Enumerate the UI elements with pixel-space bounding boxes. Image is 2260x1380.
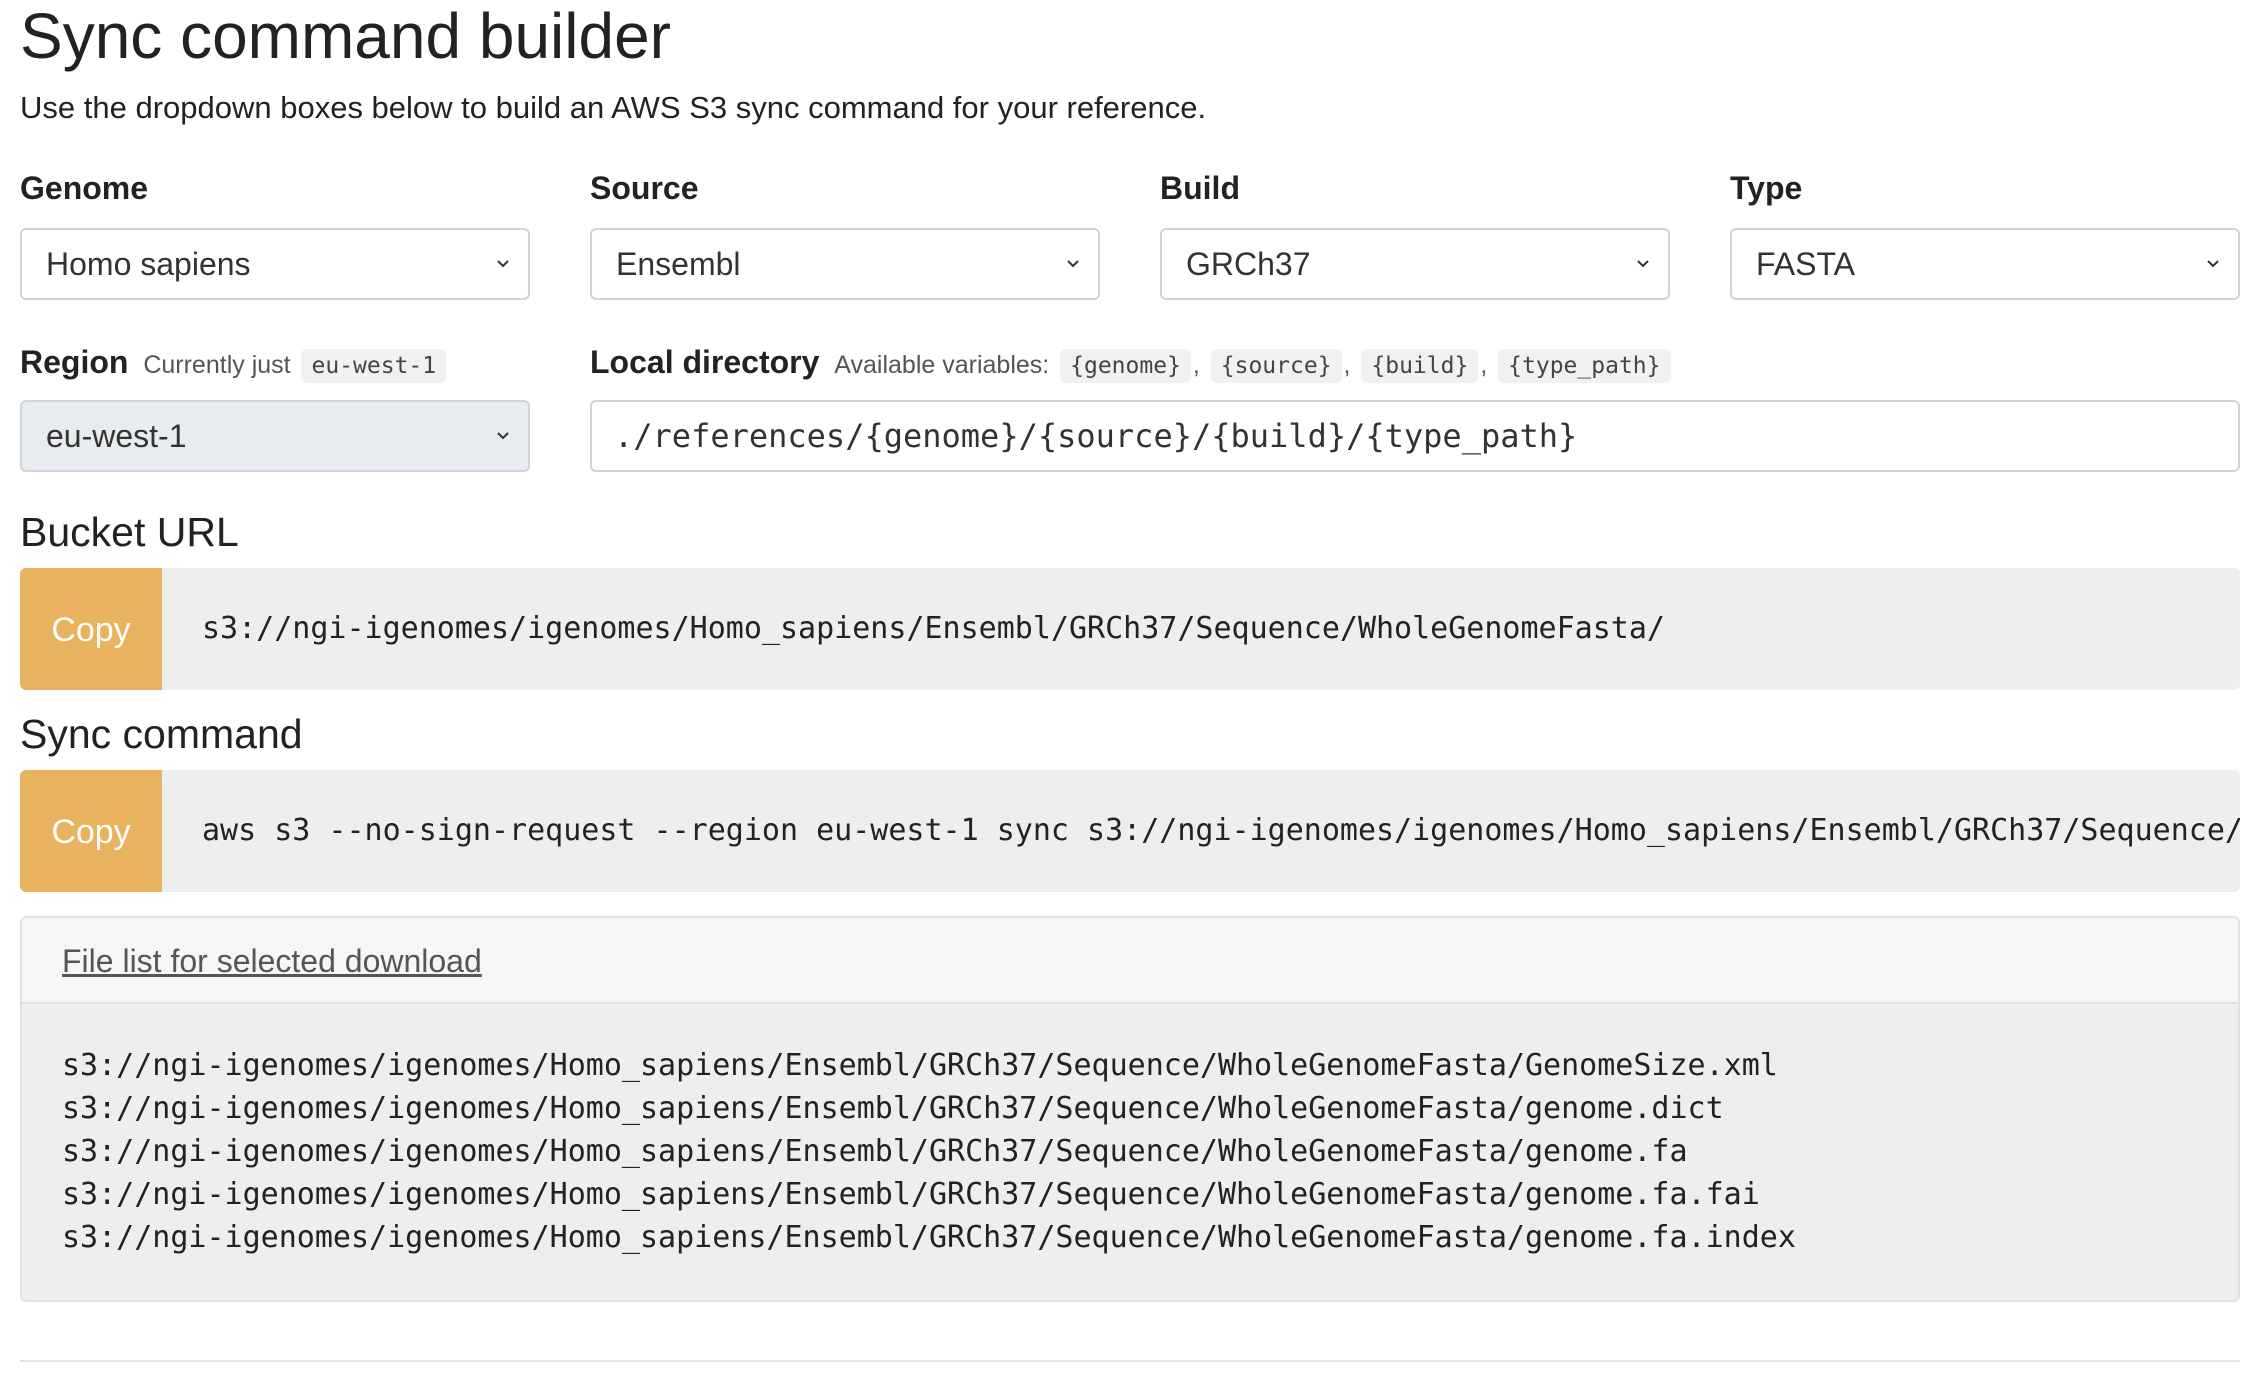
build-select[interactable]: GRCh37 xyxy=(1160,228,1670,300)
file-list: s3://ngi-igenomes/igenomes/Homo_sapiens/… xyxy=(22,1004,2238,1259)
file-list-toggle-link[interactable]: File list for selected download xyxy=(62,943,482,979)
bucket-url-heading: Bucket URL xyxy=(20,509,239,555)
build-select-value: GRCh37 xyxy=(1186,246,1311,282)
region-select[interactable]: eu-west-1 xyxy=(20,400,530,472)
bucket-url-text: s3://ngi-igenomes/igenomes/Homo_sapiens/… xyxy=(202,611,1665,646)
region-label-text: Region xyxy=(20,344,129,380)
variable-source: {source} xyxy=(1210,349,1342,383)
genome-select-value: Homo sapiens xyxy=(46,246,251,282)
copy-sync-command-button[interactable]: Copy xyxy=(20,770,162,892)
variable-build: {build} xyxy=(1361,349,1479,383)
source-select[interactable]: Ensembl xyxy=(590,228,1100,300)
file-list-header: File list for selected download xyxy=(22,918,2238,1004)
region-select-value: eu-west-1 xyxy=(46,418,187,454)
chevron-down-icon xyxy=(2207,260,2219,268)
genome-label: Genome xyxy=(20,170,149,206)
build-label: Build xyxy=(1160,170,1240,206)
sync-command-text: aws s3 --no-sign-request --region eu-wes… xyxy=(202,813,2240,848)
variable-genome: {genome} xyxy=(1060,349,1191,383)
sync-command-box: Copy aws s3 --no-sign-request --region e… xyxy=(20,770,2240,892)
chevron-down-icon xyxy=(1067,260,1079,268)
local-directory-label: Local directory Available variables: {ge… xyxy=(590,342,1673,386)
type-select[interactable]: FASTA xyxy=(1730,228,2240,300)
variable-separator: , xyxy=(1480,351,1488,379)
local-directory-label-text: Local directory xyxy=(590,344,820,380)
variable-type-path: {type_path} xyxy=(1498,349,1671,383)
file-list-item: s3://ngi-igenomes/igenomes/Homo_sapiens/… xyxy=(62,1220,1796,1255)
source-select-value: Ensembl xyxy=(616,246,741,282)
divider xyxy=(20,1360,2240,1362)
variable-separator: , xyxy=(1192,351,1200,379)
file-list-item: s3://ngi-igenomes/igenomes/Homo_sapiens/… xyxy=(62,1048,1778,1083)
region-label: Region Currently just eu-west-1 xyxy=(20,342,448,386)
file-list-item: s3://ngi-igenomes/igenomes/Homo_sapiens/… xyxy=(62,1177,1760,1212)
copy-bucket-url-button[interactable]: Copy xyxy=(20,568,162,690)
genome-select[interactable]: Homo sapiens xyxy=(20,228,530,300)
source-label: Source xyxy=(590,170,699,206)
chevron-down-icon xyxy=(1637,260,1649,268)
type-select-value: FASTA xyxy=(1756,246,1855,282)
page-title: Sync command builder xyxy=(20,0,671,72)
local-directory-hint: Available variables: xyxy=(834,351,1050,379)
type-label: Type xyxy=(1730,170,1803,206)
file-list-item: s3://ngi-igenomes/igenomes/Homo_sapiens/… xyxy=(62,1134,1688,1169)
chevron-down-icon xyxy=(497,260,509,268)
local-directory-input[interactable]: ./references/{genome}/{source}/{build}/{… xyxy=(590,400,2240,472)
region-hint: Currently just xyxy=(143,351,291,379)
bucket-url-box: Copy s3://ngi-igenomes/igenomes/Homo_sap… xyxy=(20,568,2240,690)
file-list-item: s3://ngi-igenomes/igenomes/Homo_sapiens/… xyxy=(62,1091,1724,1126)
file-list-card: File list for selected download s3://ngi… xyxy=(20,916,2240,1302)
page-lead: Use the dropdown boxes below to build an… xyxy=(20,90,1207,125)
variable-separator: , xyxy=(1343,351,1351,379)
region-hint-code: eu-west-1 xyxy=(301,349,447,383)
sync-command-heading: Sync command xyxy=(20,711,303,757)
chevron-down-icon xyxy=(497,432,509,440)
